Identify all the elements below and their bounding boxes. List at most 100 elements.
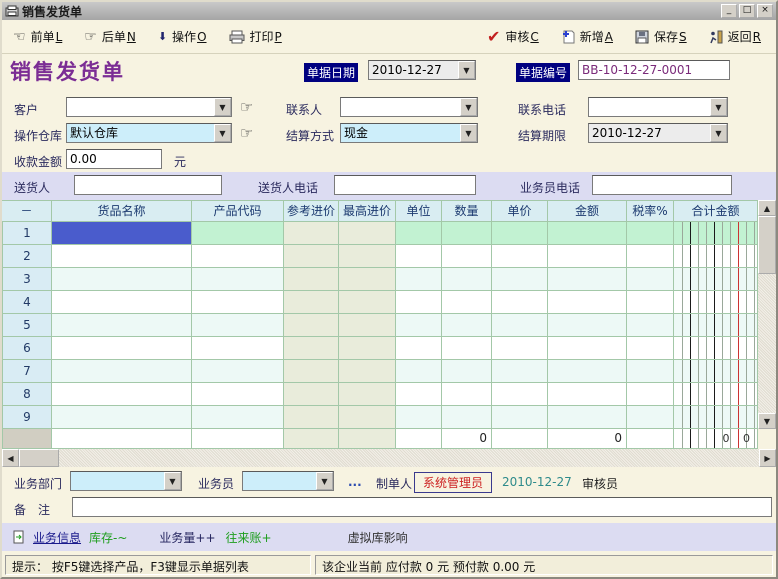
cell-ref_price[interactable] — [284, 406, 339, 429]
cell-tax[interactable] — [627, 337, 674, 360]
cell-max_price[interactable] — [339, 291, 396, 314]
cell-unit[interactable] — [396, 383, 442, 406]
cell-unit[interactable] — [396, 314, 442, 337]
horizontal-scroll-track[interactable] — [59, 449, 759, 467]
deliverer-input[interactable] — [74, 175, 222, 195]
cell-code[interactable] — [192, 291, 284, 314]
customer-select[interactable]: ▼ — [66, 97, 232, 117]
cell-price[interactable] — [492, 314, 548, 337]
chevron-down-icon[interactable]: ▼ — [316, 472, 333, 490]
receipt-amount-input[interactable]: 0.00 — [66, 149, 162, 169]
cell-total[interactable] — [674, 222, 758, 245]
business-info-link[interactable]: 业务信息 — [33, 529, 81, 546]
scroll-left-icon[interactable]: ◀ — [2, 449, 19, 467]
cell-price[interactable] — [492, 337, 548, 360]
chevron-down-icon[interactable]: ▼ — [214, 98, 231, 116]
cell-price[interactable] — [492, 291, 548, 314]
cell-unit[interactable] — [396, 360, 442, 383]
cell-code[interactable] — [192, 406, 284, 429]
cell-max_price[interactable] — [339, 314, 396, 337]
cell-name[interactable] — [52, 314, 192, 337]
maximize-button[interactable]: □ — [739, 4, 755, 18]
cell-code[interactable] — [192, 245, 284, 268]
cell-price[interactable] — [492, 360, 548, 383]
cell-amount[interactable] — [548, 222, 627, 245]
cell-code[interactable] — [192, 337, 284, 360]
cell-name[interactable] — [52, 245, 192, 268]
settle-term-select[interactable]: 2010-12-27▼ — [588, 123, 728, 143]
cell-max_price[interactable] — [339, 383, 396, 406]
customer-lookup-hand-icon[interactable]: ☞ — [240, 97, 253, 117]
cell-total[interactable] — [674, 406, 758, 429]
chevron-down-icon[interactable]: ▼ — [460, 124, 477, 142]
cell-name[interactable] — [52, 222, 192, 245]
cell-ref_price[interactable] — [284, 337, 339, 360]
cell-name[interactable] — [52, 360, 192, 383]
cell-unit[interactable] — [396, 291, 442, 314]
column-header-total[interactable]: 合计金额 — [674, 200, 758, 222]
cell-qty[interactable] — [442, 314, 492, 337]
cell-unit[interactable] — [396, 406, 442, 429]
column-header-qty[interactable]: 数量 — [442, 200, 492, 222]
salesman-select[interactable]: ▼ — [242, 471, 334, 491]
save-button[interactable]: 保存S — [634, 27, 688, 46]
cell-tax[interactable] — [627, 222, 674, 245]
scroll-down-icon[interactable]: ▼ — [758, 413, 776, 429]
settle-method-select[interactable]: 现金▼ — [340, 123, 478, 143]
new-button[interactable]: 新增A — [560, 27, 614, 46]
cell-code[interactable] — [192, 222, 284, 245]
cell-tax[interactable] — [627, 268, 674, 291]
chevron-down-icon[interactable]: ▼ — [710, 98, 727, 116]
cell-name[interactable] — [52, 337, 192, 360]
chevron-down-icon[interactable]: ▼ — [460, 98, 477, 116]
contact-phone-select[interactable]: ▼ — [588, 97, 728, 117]
cell-ref_price[interactable] — [284, 291, 339, 314]
cell-ref_price[interactable] — [284, 268, 339, 291]
cell-qty[interactable] — [442, 406, 492, 429]
cell-total[interactable] — [674, 268, 758, 291]
scroll-right-icon[interactable]: ▶ — [759, 449, 776, 467]
cell-max_price[interactable] — [339, 406, 396, 429]
operate-button[interactable]: ⬇ 操作O — [157, 27, 208, 46]
cell-ref_price[interactable] — [284, 360, 339, 383]
cell-max_price[interactable] — [339, 337, 396, 360]
cell-qty[interactable] — [442, 337, 492, 360]
cell-tax[interactable] — [627, 383, 674, 406]
cell-qty[interactable] — [442, 245, 492, 268]
column-header-unit[interactable]: 单位 — [396, 200, 442, 222]
cell-price[interactable] — [492, 268, 548, 291]
warehouse-lookup-hand-icon[interactable]: ☞ — [240, 123, 253, 143]
chevron-down-icon[interactable]: ▼ — [458, 61, 475, 79]
cell-name[interactable] — [52, 406, 192, 429]
cell-amount[interactable] — [548, 291, 627, 314]
cell-unit[interactable] — [396, 337, 442, 360]
vertical-scroll-thumb[interactable] — [758, 216, 776, 274]
remark-input[interactable] — [72, 497, 772, 517]
cell-amount[interactable] — [548, 245, 627, 268]
return-button[interactable]: 返回R — [708, 27, 762, 46]
cell-code[interactable] — [192, 360, 284, 383]
cell-name[interactable] — [52, 291, 192, 314]
cell-amount[interactable] — [548, 268, 627, 291]
prev-doc-button[interactable]: ☜ 前单L — [12, 27, 63, 46]
cell-amount[interactable] — [548, 360, 627, 383]
cell-qty[interactable] — [442, 360, 492, 383]
cell-price[interactable] — [492, 383, 548, 406]
cell-name[interactable] — [52, 383, 192, 406]
salesman-phone-input[interactable] — [592, 175, 732, 195]
cell-price[interactable] — [492, 222, 548, 245]
chevron-down-icon[interactable]: ▼ — [710, 124, 727, 142]
cell-ref_price[interactable] — [284, 245, 339, 268]
cell-tax[interactable] — [627, 406, 674, 429]
cell-qty[interactable] — [442, 222, 492, 245]
column-header-ref_price[interactable]: 参考进价 — [284, 200, 339, 222]
horizontal-scroll-thumb[interactable] — [19, 449, 59, 467]
column-header-code[interactable]: 产品代码 — [192, 200, 284, 222]
cell-max_price[interactable] — [339, 268, 396, 291]
cell-code[interactable] — [192, 314, 284, 337]
cell-price[interactable] — [492, 406, 548, 429]
cell-unit[interactable] — [396, 245, 442, 268]
chevron-down-icon[interactable]: ▼ — [164, 472, 181, 490]
column-header-price[interactable]: 单价 — [492, 200, 548, 222]
cell-total[interactable] — [674, 383, 758, 406]
